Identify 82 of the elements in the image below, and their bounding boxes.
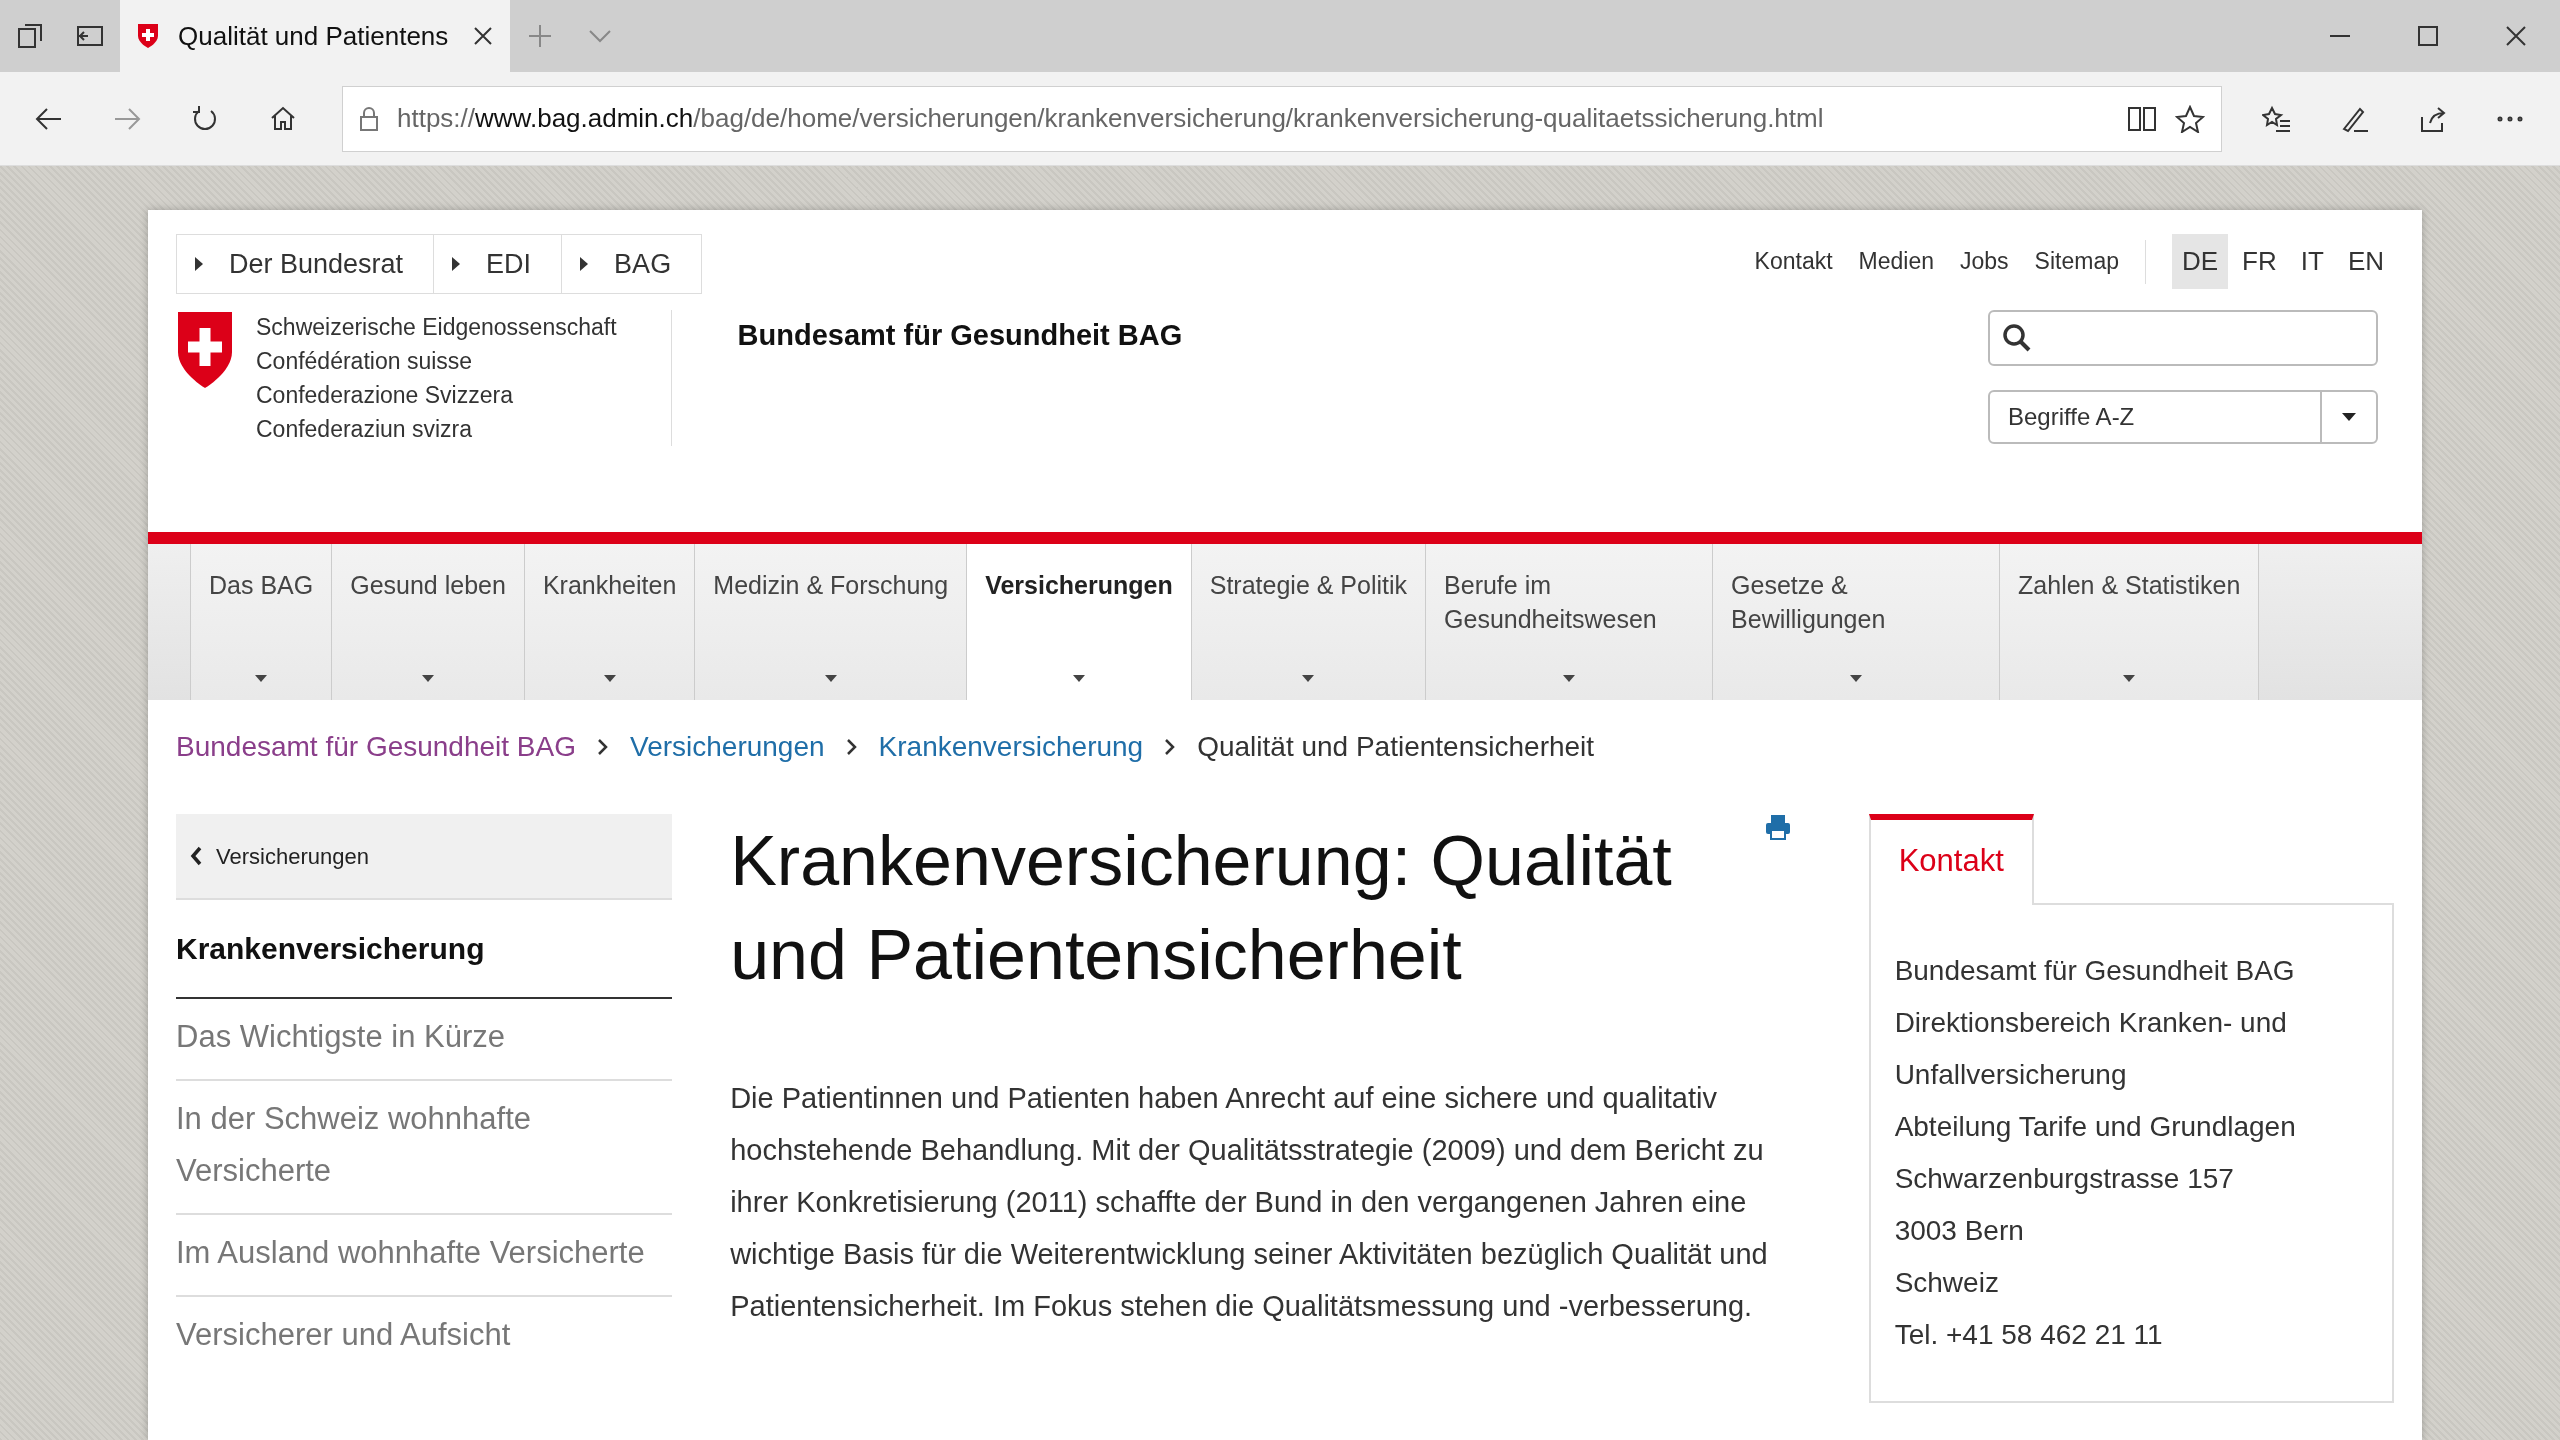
search-icon (2002, 323, 2032, 353)
breadcrumb-link[interactable]: Versicherungen (630, 726, 825, 768)
breadcrumb-current: Qualität und Patientensicherheit (1197, 730, 1595, 764)
print-icon[interactable] (1764, 814, 1791, 840)
tab-title: Qualität und Patientens (178, 19, 450, 53)
office-title: Bundesamt für Gesundheit BAG (737, 318, 1183, 353)
url-text: https://www.bag.admin.ch/bag/de/home/versicherungen/krankenversicherung/krankenversicherung-qualitaetssicherung.html (397, 102, 1824, 135)
tab-preview-icon[interactable] (76, 24, 104, 48)
logo-text: Confédération suisse (256, 347, 474, 376)
address-line: 3003 Bern (1894, 1213, 2025, 1248)
close-icon[interactable] (472, 25, 494, 47)
back-link[interactable]: Versicherungen (176, 814, 673, 900)
logo-text: Schweizerische Eidgenossenschaft (256, 313, 617, 342)
caret-down-icon (1850, 675, 1863, 682)
caret-down-icon (824, 675, 837, 682)
tabs-aside-icon[interactable] (17, 23, 43, 49)
search-field[interactable] (1988, 310, 2378, 366)
address-line: Direktionsbereich Kranken- und Unfallversicherung (1894, 1005, 2288, 1092)
breadcrumb-link[interactable]: Bundesamt für Gesundheit BAG (176, 726, 576, 768)
logo-text: Confederaziun svizra (256, 415, 474, 444)
sidebar-item[interactable]: Das Wichtigste in Kürze (176, 999, 673, 1081)
home-icon[interactable] (269, 104, 297, 133)
service-link[interactable]: Kontakt (1754, 244, 1833, 279)
book-icon[interactable] (2127, 104, 2157, 133)
service-link[interactable]: Jobs (1960, 244, 2009, 279)
page-title: Krankenversicherung: Qualität und Patientensicherheit (730, 821, 1673, 996)
language-link[interactable]: EN (2337, 234, 2394, 289)
nav-tab[interactable]: Gesetze & Bewilligungen (1712, 544, 2000, 700)
caret-down-icon (1563, 675, 1576, 682)
nav-tab[interactable]: Zahlen & Statistiken (1999, 544, 2259, 700)
nav-tab[interactable]: Medizin & Forschung (694, 544, 967, 700)
lock-icon (359, 105, 379, 132)
refresh-icon[interactable] (191, 104, 219, 133)
maximize-icon[interactable] (2416, 24, 2440, 48)
chevron-right-icon (846, 739, 857, 755)
sidebar-item[interactable]: Im Ausland wohnhafte Versicherte (176, 1215, 673, 1297)
close-icon[interactable] (2504, 24, 2528, 48)
service-link[interactable]: Sitemap (2034, 244, 2119, 279)
chevron-right-icon (598, 739, 608, 755)
browser-tab[interactable]: Qualität und Patientens (120, 0, 510, 72)
chevron-right-icon (1165, 739, 1176, 755)
language-link[interactable]: IT (2290, 234, 2334, 289)
caret-right-icon (195, 257, 203, 271)
nav-tab[interactable]: Gesund leben (331, 544, 524, 700)
language-link[interactable]: FR (2232, 234, 2287, 289)
nav-tab[interactable]: Strategie & Politik (1190, 544, 1426, 700)
star-list-icon[interactable] (2262, 104, 2292, 133)
shield-icon (136, 22, 160, 50)
nav-tab[interactable]: Das BAG (190, 544, 332, 700)
sidebar-item[interactable]: Versicherer und Aufsicht (176, 1297, 673, 1377)
address-line: Schweiz (1894, 1265, 2000, 1300)
caret-down-icon (603, 675, 616, 682)
phone-link[interactable]: +41 58 462 21 11 (1946, 1318, 2163, 1350)
caret-down-icon (1302, 675, 1315, 682)
glossary-dropdown[interactable]: Begriffe A-Z (1988, 390, 2378, 444)
chevron-left-icon (190, 846, 202, 866)
caret-down-icon (2342, 413, 2356, 421)
share-icon[interactable] (2418, 104, 2448, 133)
address-line: Bundesamt für Gesundheit BAG (1894, 953, 2296, 988)
star-icon[interactable] (2175, 104, 2205, 133)
phone-line: Tel. +41 58 462 21 11 (1894, 1317, 2164, 1352)
caret-right-icon (580, 257, 589, 271)
nav-tab[interactable]: Berufe im Gesundheitswesen (1425, 544, 1713, 700)
intro-paragraph: Die Patientinnen und Patienten haben Anrecht auf eine sichere und qualitativ hochstehende Behandlung. Mit der Qualitätsstrategie (2009) und dem Bericht zu ihrer Konkretisierung (2011) schaffte der Bund in den vergangenen Jahren eine wichtige Basis für die Weiterentwicklung seiner Aktivitäten bezüglich Qualität und Patientensicherheit. Im Fokus stehen die Qualitätsmessung und -verbesserung. (730, 1081, 1769, 1324)
logo-text: Confederazione Svizzera (256, 381, 514, 410)
caret-down-icon (2123, 675, 2136, 682)
sidebar-current-item: Krankenversicherung (176, 900, 673, 999)
breadcrumb-link[interactable]: Krankenversicherung (878, 726, 1144, 768)
address-line: Abteilung Tarife und Grundlagen (1894, 1109, 2297, 1144)
swiss-shield-icon (176, 310, 234, 390)
service-link[interactable]: Medien (1858, 244, 1934, 279)
caret-right-icon (452, 257, 461, 271)
language-link[interactable]: DE (2171, 234, 2229, 289)
address-field[interactable]: https://www.bag.admin.ch/bag/de/home/versicherungen/krankenversicherung/krankenversicherung-qualitaetssicherung.html (342, 85, 2222, 152)
caret-down-icon (422, 675, 435, 682)
sidebar-item[interactable]: In der Schweiz wohnhafte Versicherte (176, 1081, 673, 1215)
address-line: Schwarzenburgstrasse 157 (1894, 1161, 2235, 1196)
nav-tab[interactable]: Versicherungen (966, 544, 1191, 700)
nav-tab[interactable]: Krankheiten (523, 544, 695, 700)
contact-tab[interactable]: Kontakt (1868, 814, 2034, 905)
caret-down-icon (255, 675, 268, 682)
caret-down-icon (1072, 675, 1085, 682)
